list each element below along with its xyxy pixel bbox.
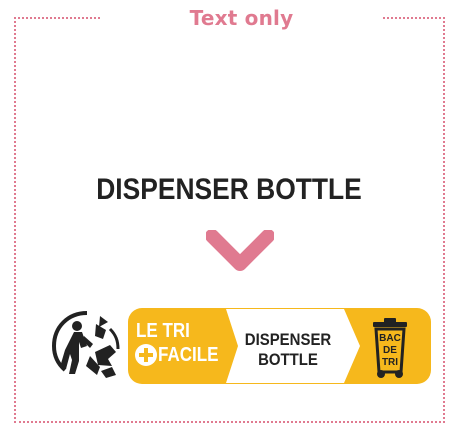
badge-facile: FACILE	[158, 344, 219, 366]
svg-text:TRI: TRI	[382, 357, 398, 368]
plus-icon	[135, 344, 157, 366]
recycling-bin-icon: BAC DE TRI	[373, 318, 407, 378]
frame-title: Text only	[189, 6, 294, 30]
badge-le-tri: LE TRI	[136, 320, 190, 342]
product-name: DISPENSER BOTTLE	[96, 173, 362, 206]
chevron-down-icon	[206, 230, 274, 271]
frame-top-left-border	[14, 17, 100, 19]
svg-text:BAC: BAC	[379, 333, 401, 344]
svg-text:DE: DE	[383, 345, 397, 356]
badge-item-text: DISPENSER BOTTLE	[244, 330, 332, 369]
triman-icon	[51, 311, 120, 378]
frame-top-right-border	[383, 17, 445, 19]
